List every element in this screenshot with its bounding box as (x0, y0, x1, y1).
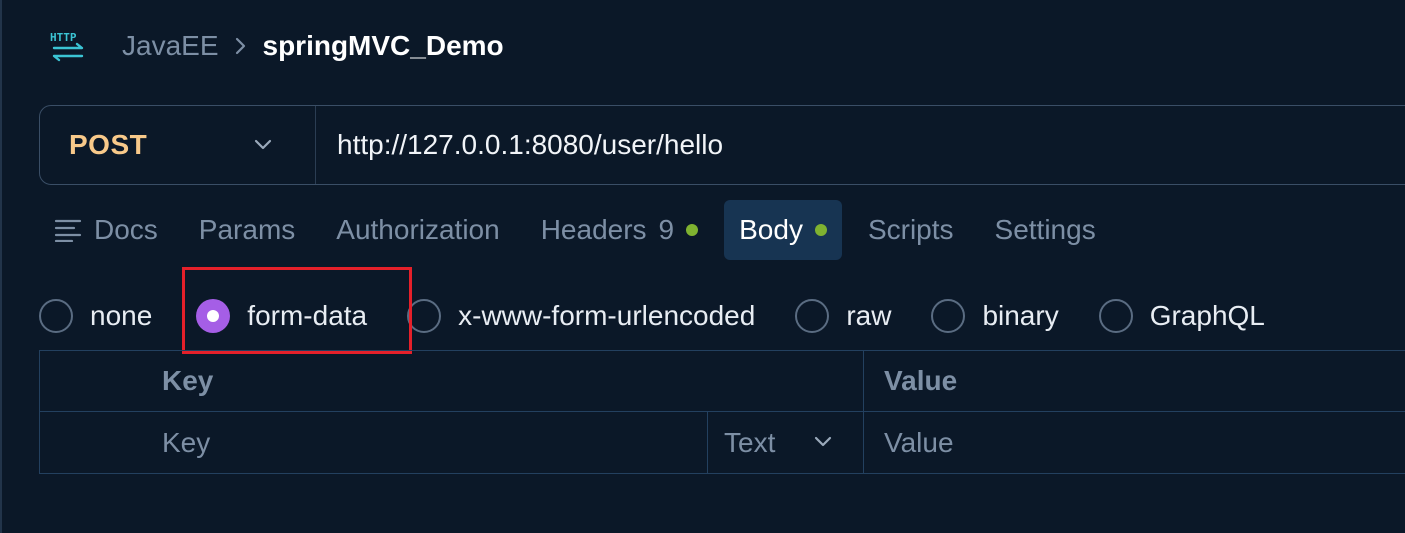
radio-label: raw (846, 300, 892, 331)
tab-scripts[interactable]: Scripts (868, 200, 954, 260)
column-header-value: Value (884, 365, 958, 396)
chevron-down-icon (254, 139, 272, 150)
table-row: Key Text Value (39, 412, 1405, 474)
type-select[interactable]: Text (708, 412, 864, 473)
table-header-row: Key Value (39, 350, 1405, 412)
radio-graphql[interactable]: GraphQL (1098, 299, 1265, 333)
request-tabs: Docs Params Authorization Headers 9 Body… (54, 200, 1137, 260)
tab-body[interactable]: Body (724, 200, 842, 260)
tab-docs[interactable]: Docs (54, 200, 158, 260)
status-dot (686, 224, 699, 236)
headers-count: 9 (658, 214, 675, 245)
tab-params[interactable]: Params (199, 200, 295, 260)
radio-button[interactable] (39, 299, 73, 333)
radio-label: binary (982, 300, 1059, 331)
tab-label: Headers (540, 214, 647, 245)
tab-label: Authorization (336, 214, 500, 245)
tab-label: Settings (994, 214, 1096, 245)
form-data-table: Key Value Key Text Value (39, 350, 1405, 474)
highlight-annotation (182, 267, 412, 354)
breadcrumb-parent[interactable]: JavaEE (122, 30, 219, 62)
http-icon: HTTP (50, 31, 84, 62)
radio-x-www-form-urlencoded[interactable]: x-www-form-urlencoded (407, 299, 755, 333)
value-input[interactable]: Value (864, 412, 954, 473)
radio-button[interactable] (931, 299, 966, 333)
column-header-key: Key (40, 351, 864, 411)
type-label: Text (724, 426, 776, 458)
radio-button[interactable] (407, 299, 442, 333)
radio-raw[interactable]: raw (795, 299, 891, 333)
radio-button[interactable] (1098, 299, 1133, 333)
radio-label: GraphQL (1149, 300, 1265, 331)
method-label: POST (69, 129, 148, 160)
breadcrumb: HTTP JavaEE springMVC_Demo (48, 28, 504, 64)
radio-label: none (90, 300, 153, 331)
request-panel: HTTP JavaEE springMVC_Demo POST http://1… (0, 0, 1405, 533)
status-dot (814, 224, 827, 236)
url-bar: POST http://127.0.0.1:8080/user/hello (39, 105, 1405, 185)
radio-none[interactable]: none (39, 299, 152, 333)
tab-headers[interactable]: Headers 9 (540, 200, 699, 260)
chevron-right-icon (235, 37, 245, 55)
radio-label: x-www-form-urlencoded (458, 300, 756, 331)
docs-icon (54, 219, 82, 242)
breadcrumb-current[interactable]: springMVC_Demo (263, 30, 504, 62)
method-select[interactable]: POST (40, 106, 316, 184)
tab-authorization[interactable]: Authorization (336, 200, 499, 260)
key-input[interactable]: Key (40, 412, 708, 473)
tab-label: Params (198, 214, 296, 245)
radio-binary[interactable]: binary (931, 299, 1059, 333)
url-input[interactable]: http://127.0.0.1:8080/user/hello (337, 129, 723, 161)
tab-label: Docs (94, 214, 158, 245)
radio-button[interactable] (795, 299, 830, 333)
svg-text:HTTP: HTTP (50, 31, 77, 44)
chevron-down-icon (814, 436, 832, 447)
tab-label: Body (739, 214, 803, 245)
tab-label: Scripts (867, 214, 954, 245)
tab-settings[interactable]: Settings (995, 200, 1096, 260)
